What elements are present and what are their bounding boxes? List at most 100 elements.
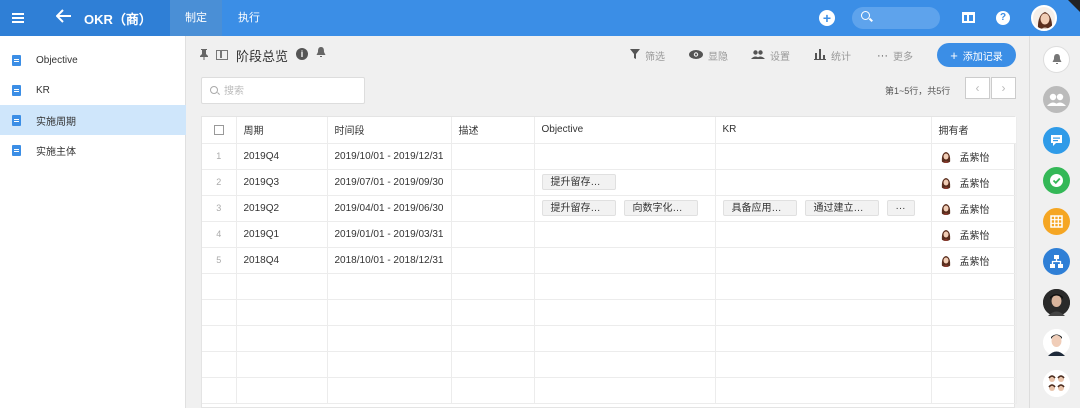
empty-cell	[931, 325, 1017, 352]
filter-button[interactable]: 筛选	[630, 48, 665, 63]
cell-objective[interactable]: 提升留存…	[534, 169, 716, 196]
cell-owner[interactable]: 孟紫怡	[931, 247, 1017, 274]
column-header-kr[interactable]: KR	[715, 117, 932, 144]
check-icon[interactable]	[1043, 167, 1070, 194]
more-button[interactable]: ··· 更多	[877, 48, 913, 64]
pin-icon[interactable]	[200, 49, 208, 63]
table-row[interactable]: 4 2019Q1 2019/01/01 - 2019/03/31 孟紫怡	[202, 221, 1017, 248]
user-avatar[interactable]	[1031, 5, 1057, 31]
owner-avatar	[938, 149, 953, 163]
bell-icon[interactable]	[1043, 46, 1070, 73]
cell-range[interactable]: 2019/10/01 - 2019/12/31	[327, 143, 452, 170]
member-avatar[interactable]	[1043, 329, 1070, 356]
cell-range[interactable]: 2019/04/01 - 2019/06/30	[327, 195, 452, 222]
cell-objective[interactable]	[534, 221, 716, 248]
select-all-checkbox[interactable]	[213, 124, 224, 135]
records-table: 周期 时间段 描述 Objective KR 拥有者 1 2019Q4 2019/1…	[201, 116, 1017, 408]
cell-period[interactable]: 2019Q4	[236, 143, 328, 170]
cell-description[interactable]	[451, 221, 535, 248]
add-record-button[interactable]: + 添加记录	[937, 43, 1016, 67]
select-all-cell[interactable]	[202, 117, 237, 144]
column-header-description[interactable]: 描述	[451, 117, 535, 144]
visibility-button[interactable]: 显隐	[689, 48, 728, 63]
empty-cell	[534, 351, 716, 378]
cell-kr[interactable]	[715, 247, 932, 274]
group-icon[interactable]	[1043, 86, 1070, 113]
kr-chip[interactable]: 具备应用…	[722, 200, 797, 216]
cell-description[interactable]	[451, 143, 535, 170]
cell-description[interactable]	[451, 195, 535, 222]
back-arrow-icon[interactable]	[55, 8, 78, 28]
search-input[interactable]	[224, 83, 354, 99]
cell-range[interactable]: 2019/07/01 - 2019/09/30	[327, 169, 452, 196]
sidebar-item-label: 实施主体	[36, 146, 76, 158]
cell-period[interactable]: 2019Q2	[236, 195, 328, 222]
kr-more-chip[interactable]: ···	[886, 200, 915, 216]
column-header-range[interactable]: 时间段	[327, 117, 452, 144]
cell-kr[interactable]	[715, 221, 932, 248]
global-search[interactable]	[852, 7, 940, 29]
sidebar-item-objective[interactable]: Objective	[0, 45, 186, 75]
member-avatar[interactable]	[1043, 289, 1070, 316]
search-field[interactable]	[201, 77, 365, 104]
info-icon[interactable]: i	[296, 48, 308, 60]
sidebar-item-cycle[interactable]: 实施周期	[0, 105, 186, 135]
cell-kr[interactable]	[715, 169, 932, 196]
cell-objective[interactable]: 提升留存… 向数字化…	[534, 195, 716, 222]
table-row[interactable]: 5 2018Q4 2018/10/01 - 2018/12/31 孟紫怡	[202, 247, 1017, 274]
sidebar-item-kr[interactable]: KR	[0, 75, 186, 105]
empty-cell	[202, 377, 237, 404]
table-row[interactable]: 1 2019Q4 2019/10/01 - 2019/12/31 孟紫怡	[202, 143, 1017, 170]
bell-icon[interactable]	[316, 47, 326, 61]
empty-cell	[327, 351, 452, 378]
cell-owner[interactable]: 孟紫怡	[931, 221, 1017, 248]
cell-kr[interactable]: 具备应用… 通过建立… ···	[715, 195, 932, 222]
cell-owner[interactable]: 孟紫怡	[931, 143, 1017, 170]
table-icon[interactable]	[1043, 208, 1070, 235]
cell-period[interactable]: 2019Q1	[236, 221, 328, 248]
top-bar: OKR（商） 制定 执行 + ?	[0, 0, 1080, 36]
cell-objective[interactable]	[534, 143, 716, 170]
pane-icon[interactable]	[216, 50, 228, 60]
owner-avatar	[938, 201, 953, 215]
tab-execute[interactable]: 执行	[226, 0, 272, 36]
tab-design[interactable]: 制定	[170, 0, 222, 36]
cell-owner[interactable]: 孟紫怡	[931, 169, 1017, 196]
chat-icon[interactable]	[1043, 127, 1070, 154]
kr-chip[interactable]: 通过建立…	[804, 200, 879, 216]
empty-cell	[236, 299, 328, 326]
help-icon[interactable]: ?	[996, 11, 1010, 25]
people-icon	[751, 49, 765, 62]
sidebar-item-label: 实施周期	[36, 116, 76, 128]
objective-chip[interactable]: 提升留存…	[541, 174, 616, 190]
add-icon[interactable]: +	[819, 10, 835, 26]
document-icon	[12, 54, 21, 66]
cell-range[interactable]: 2018/10/01 - 2018/12/31	[327, 247, 452, 274]
cell-kr[interactable]	[715, 143, 932, 170]
org-chart-icon[interactable]	[1043, 248, 1070, 275]
sidebar-item-subject[interactable]: 实施主体	[0, 135, 186, 165]
objective-chip[interactable]: 向数字化…	[623, 200, 698, 216]
column-header-period[interactable]: 周期	[236, 117, 328, 144]
cell-owner[interactable]: 孟紫怡	[931, 195, 1017, 222]
visibility-label: 显隐	[708, 52, 728, 63]
next-page-button[interactable]: ›	[991, 77, 1016, 99]
cell-objective[interactable]	[534, 247, 716, 274]
back-button[interactable]: OKR（商）	[36, 0, 170, 36]
column-header-owner[interactable]: 拥有者	[931, 117, 1017, 144]
book-icon[interactable]	[962, 12, 975, 23]
member-avatar[interactable]	[1043, 370, 1070, 397]
cell-period[interactable]: 2019Q3	[236, 169, 328, 196]
menu-icon[interactable]	[0, 0, 36, 36]
cell-description[interactable]	[451, 247, 535, 274]
statistics-button[interactable]: 统计	[814, 48, 851, 63]
table-row[interactable]: 2 2019Q3 2019/07/01 - 2019/09/30 提升留存… 孟紫怡	[202, 169, 1017, 196]
cell-range[interactable]: 2019/01/01 - 2019/03/31	[327, 221, 452, 248]
table-row[interactable]: 3 2019Q2 2019/04/01 - 2019/06/30 提升留存… 向数字化……	[202, 195, 1017, 222]
objective-chip[interactable]: 提升留存…	[541, 200, 616, 216]
prev-page-button[interactable]: ‹	[965, 77, 990, 99]
column-header-objective[interactable]: Objective	[534, 117, 716, 144]
settings-button[interactable]: 设置	[751, 48, 790, 63]
cell-period[interactable]: 2018Q4	[236, 247, 328, 274]
cell-description[interactable]	[451, 169, 535, 196]
